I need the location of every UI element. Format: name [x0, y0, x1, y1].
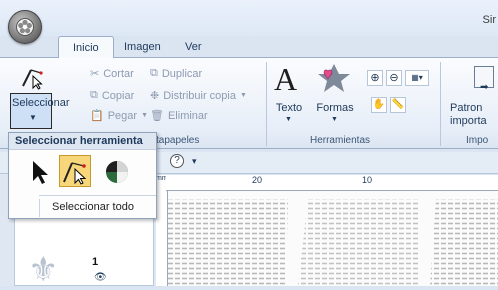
- point-select-icon: [63, 162, 87, 185]
- delete-label: Eliminar: [167, 109, 208, 122]
- paste-button[interactable]: 📋 Pegar ▼: [90, 109, 148, 123]
- select-tool-dropdown: Seleccionar herramienta Seleccionar todo: [8, 132, 157, 219]
- tab-inicio[interactable]: Inicio: [58, 36, 114, 58]
- shapes-tool-label[interactable]: Formas: [315, 102, 355, 114]
- text-tool-icon: A: [274, 61, 298, 97]
- select-button-label: Seleccionar: [12, 97, 70, 109]
- title-bar: [0, 0, 498, 36]
- import-group-label: Impo: [466, 135, 489, 146]
- distribute-copy-button[interactable]: ❉ Distribuir copia ▼: [150, 89, 247, 103]
- distribute-icon: ❉: [150, 90, 160, 102]
- chevron-down-icon: ▼: [285, 116, 292, 123]
- chevron-down-icon: ▼: [29, 113, 37, 122]
- shapes-tool-icon: [318, 64, 350, 92]
- layer-number: 1: [92, 256, 99, 268]
- paste-label: Pegar: [107, 109, 138, 122]
- tools-group-label: Herramientas: [309, 135, 371, 146]
- chevron-down-icon: ▼: [331, 116, 338, 123]
- group-separator: [440, 62, 441, 146]
- measure-icon[interactable]: 📏: [390, 97, 406, 113]
- group-separator: [266, 62, 267, 146]
- flower-logo-icon: [16, 18, 34, 36]
- duplicate-label: Duplicar: [161, 67, 203, 80]
- import-pattern-label[interactable]: Patron: [450, 102, 482, 114]
- paste-icon: 📋: [90, 110, 104, 122]
- help-icon[interactable]: ?: [170, 154, 184, 168]
- color-select-tool[interactable]: [101, 155, 133, 187]
- select-all-menu-item[interactable]: Seleccionar todo: [39, 199, 155, 217]
- fleur-de-lis-thumbnail[interactable]: ⚜: [28, 250, 58, 290]
- tab-imagen[interactable]: Imagen: [110, 36, 175, 58]
- duplicate-icon: ⧉: [150, 67, 158, 79]
- scissors-icon: ✂: [90, 68, 100, 80]
- copy-label: Copiar: [101, 89, 135, 102]
- eye-icon[interactable]: 👁: [94, 272, 107, 283]
- arrow-select-tool[interactable]: [23, 155, 55, 187]
- zoom-out-icon[interactable]: ⊖: [386, 70, 402, 86]
- customize-icon[interactable]: ▾: [192, 156, 197, 167]
- application-menu-button[interactable]: [8, 10, 42, 44]
- stitch-pattern: [168, 199, 498, 286]
- delete-button[interactable]: 🗑 Eliminar: [150, 109, 208, 123]
- vertical-ruler: [156, 191, 168, 286]
- ruler-unit: mm: [156, 175, 168, 191]
- cut-button[interactable]: ✂ Cortar: [90, 67, 134, 81]
- distribute-copy-label: Distribuir copia: [163, 89, 236, 102]
- trash-icon: 🗑: [150, 110, 164, 122]
- window-title: Sir: [482, 14, 496, 26]
- chevron-down-icon: ▼: [141, 112, 148, 119]
- design-canvas[interactable]: [168, 191, 498, 286]
- zoom-options-icon[interactable]: ▦▾: [405, 70, 429, 86]
- chevron-down-icon: ▼: [239, 92, 247, 99]
- arrow-right-icon: ➡: [480, 82, 489, 93]
- select-tool-icon: [22, 69, 43, 90]
- clipboard-group-label: tapapeles: [156, 135, 200, 146]
- cut-label: Cortar: [103, 67, 134, 80]
- zoom-in-icon[interactable]: ⊕: [367, 70, 383, 86]
- ruler-tick-label: 20: [252, 175, 263, 185]
- point-select-tool[interactable]: [59, 155, 91, 187]
- tab-ver[interactable]: Ver: [171, 36, 216, 58]
- copy-icon: ⧉: [90, 89, 98, 101]
- copy-button[interactable]: ⧉ Copiar: [90, 89, 134, 102]
- import-pattern-label-2: importa: [450, 115, 487, 127]
- ruler-tick-label: 10: [362, 175, 373, 185]
- dropdown-separator: [39, 195, 156, 196]
- horizontal-ruler: 20 10: [166, 175, 498, 191]
- duplicate-button[interactable]: ⧉ Duplicar: [150, 67, 202, 80]
- hand-pan-icon[interactable]: ✋: [371, 97, 387, 113]
- dropdown-header: Seleccionar herramienta: [9, 133, 156, 150]
- text-tool-label[interactable]: Texto: [272, 102, 306, 114]
